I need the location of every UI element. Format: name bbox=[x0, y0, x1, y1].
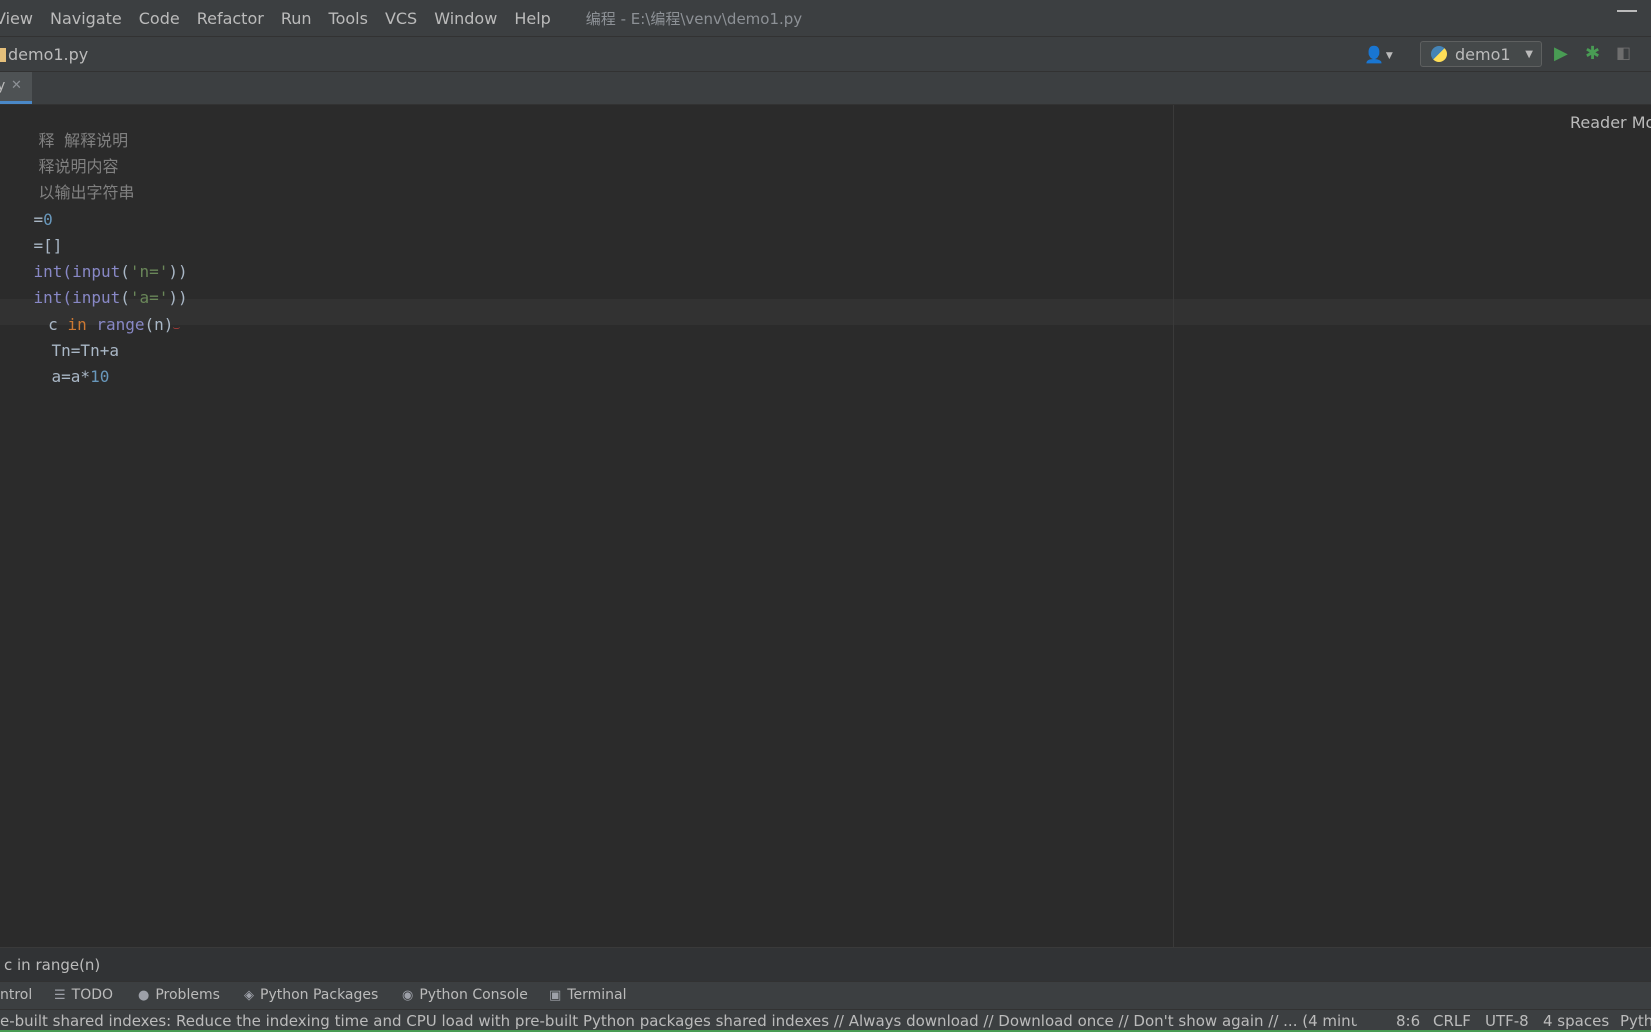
code-line-2: 释说明内容 bbox=[0, 128, 119, 176]
python-file-icon bbox=[0, 47, 6, 62]
debug-bug-icon[interactable]: ✱ bbox=[1585, 43, 1600, 64]
code-line-10: a=a*10 bbox=[0, 338, 110, 386]
code-breadcrumb[interactable]: c in range(n) bbox=[0, 947, 1651, 981]
tool-label: TODO bbox=[71, 987, 114, 1003]
run-config-selector[interactable]: demo1 ▼ bbox=[1420, 41, 1542, 67]
menu-help[interactable]: Help bbox=[514, 9, 550, 28]
reader-mode-toggle[interactable]: Reader Mo bbox=[1570, 113, 1651, 132]
menu-tools[interactable]: Tools bbox=[329, 9, 368, 28]
tool-label: Python Console bbox=[419, 987, 528, 1003]
code-editor[interactable]: Reader Mo 释 解释说明 释说明内容 以输出字符串 =0 =[] int… bbox=[0, 105, 1651, 947]
layers-icon: ◈ bbox=[244, 987, 254, 1003]
navigation-bar: demo1.py 👤 ▼ demo1 ▼ ▶ ✱ ◧ bbox=[0, 36, 1651, 72]
menu-code[interactable]: Code bbox=[139, 9, 180, 28]
chevron-down-icon: ▼ bbox=[1525, 49, 1533, 60]
info-icon: ● bbox=[138, 987, 150, 1003]
tool-terminal[interactable]: ▣ Terminal bbox=[549, 987, 626, 1003]
code-token: (n) bbox=[144, 315, 174, 334]
run-config-name: demo1 bbox=[1455, 44, 1511, 64]
line-separator[interactable]: CRLF bbox=[1433, 1012, 1471, 1030]
status-message[interactable]: e-built shared indexes: Reduce the index… bbox=[0, 1012, 1357, 1030]
tab-demo1[interactable]: y ✕ bbox=[0, 72, 32, 104]
code-line-4: =0 bbox=[0, 181, 53, 229]
code-line-9: Tn=Tn+a bbox=[0, 312, 119, 360]
python-logo-icon bbox=[1431, 46, 1447, 62]
comment-text: 以输出字符串 bbox=[38, 183, 135, 202]
run-icon[interactable]: ▶ bbox=[1554, 43, 1568, 64]
user-icon: 👤 bbox=[1364, 45, 1384, 64]
menu-vcs[interactable]: VCS bbox=[385, 9, 417, 28]
status-bar: e-built shared indexes: Reduce the index… bbox=[0, 1009, 1651, 1032]
tool-problems[interactable]: ● Problems bbox=[138, 987, 220, 1003]
tab-label: y bbox=[0, 78, 6, 94]
current-line-highlight bbox=[0, 299, 1651, 325]
terminal-icon: ▣ bbox=[549, 987, 562, 1003]
tool-version-control[interactable]: ntrol bbox=[0, 987, 32, 1003]
file-encoding[interactable]: UTF-8 bbox=[1485, 1012, 1529, 1030]
nav-file-crumb[interactable]: demo1.py bbox=[0, 45, 88, 64]
menu-navigate[interactable]: Navigate bbox=[50, 9, 122, 28]
code-token: a=a* bbox=[51, 367, 91, 386]
breadcrumb-text: c in range(n) bbox=[4, 956, 101, 974]
nav-file-name: demo1.py bbox=[8, 45, 89, 64]
tool-python-console[interactable]: ◉ Python Console bbox=[402, 987, 528, 1003]
number-token: 10 bbox=[90, 367, 110, 386]
python-interpreter[interactable]: Pyth bbox=[1620, 1012, 1651, 1030]
code-line-1: 释 解释说明 bbox=[0, 105, 129, 150]
menu-view[interactable]: View bbox=[0, 9, 33, 28]
menu-run[interactable]: Run bbox=[281, 9, 312, 28]
menu-refactor[interactable]: Refactor bbox=[197, 9, 264, 28]
tool-window-bar: ntrol ☰ TODO ● Problems ◈ Python Package… bbox=[0, 981, 1651, 1009]
tool-label: Python Packages bbox=[260, 987, 379, 1003]
tool-label: Problems bbox=[155, 987, 220, 1003]
right-margin-guide bbox=[1173, 105, 1174, 947]
menu-bar: View Navigate Code Refactor Run Tools VC… bbox=[0, 0, 1651, 36]
caret-position[interactable]: 8:6 bbox=[1396, 1012, 1420, 1030]
code-line-5: =[] bbox=[0, 207, 63, 255]
window-title: 编程 - E:\编程\venv\demo1.py bbox=[585, 9, 803, 28]
chevron-down-icon: ▼ bbox=[1385, 50, 1393, 61]
tool-label: ntrol bbox=[0, 987, 33, 1003]
code-line-6: int(input('n=')) bbox=[0, 233, 188, 281]
user-menu-button[interactable]: 👤 ▼ bbox=[1364, 45, 1393, 64]
code-line-8: c in range(n)‿ bbox=[0, 286, 179, 334]
minimize-icon[interactable] bbox=[1617, 10, 1637, 12]
python-console-icon: ◉ bbox=[402, 987, 414, 1003]
code-line-7: int(input('a=')) bbox=[0, 259, 188, 307]
code-line-3: 以输出字符串 bbox=[0, 154, 135, 202]
error-squiggle-icon: ‿ bbox=[173, 319, 180, 330]
indent-setting[interactable]: 4 spaces bbox=[1543, 1012, 1609, 1030]
editor-tab-bar: y ✕ bbox=[0, 72, 1651, 105]
list-icon: ☰ bbox=[54, 987, 66, 1003]
menu-window[interactable]: Window bbox=[434, 9, 497, 28]
close-icon[interactable]: ✕ bbox=[11, 78, 22, 93]
tool-python-packages[interactable]: ◈ Python Packages bbox=[244, 987, 378, 1003]
tool-label: Terminal bbox=[567, 987, 627, 1003]
tool-todo[interactable]: ☰ TODO bbox=[54, 987, 113, 1003]
coverage-icon[interactable]: ◧ bbox=[1616, 43, 1631, 62]
